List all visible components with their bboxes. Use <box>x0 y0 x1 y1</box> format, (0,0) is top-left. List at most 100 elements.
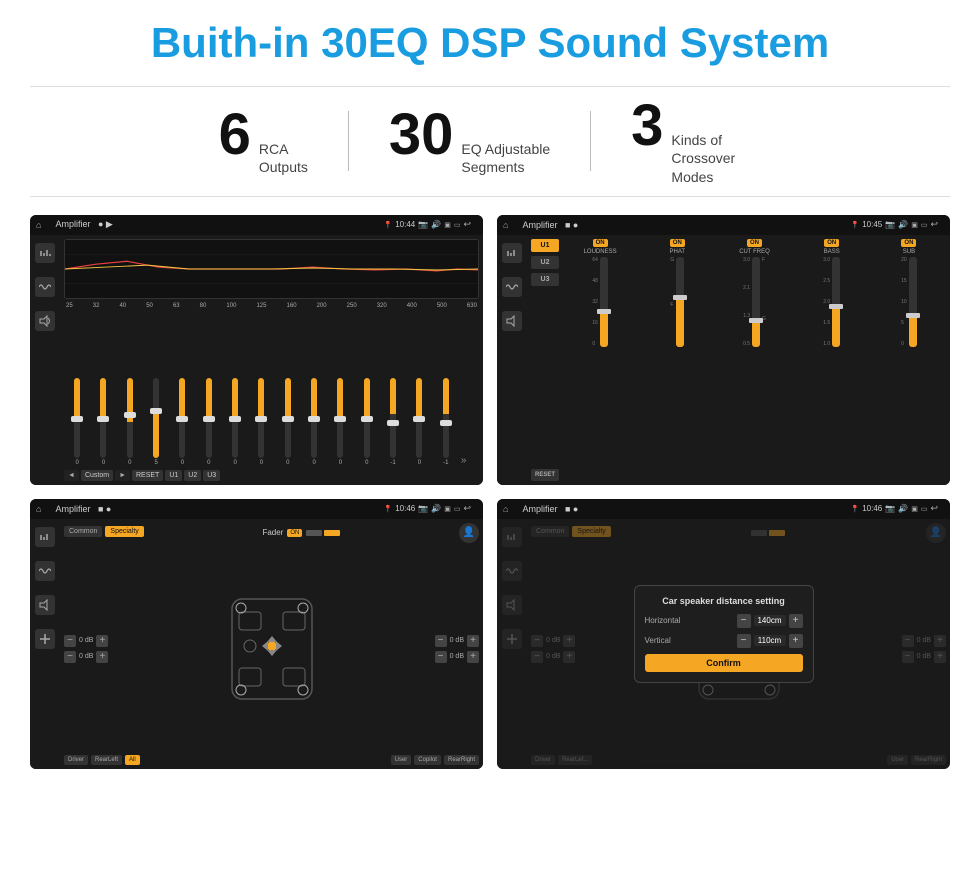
eq-slider-2[interactable]: 0 <box>92 378 114 466</box>
dsp-sidebar-vol-btn[interactable] <box>502 311 522 331</box>
eq-slider-4[interactable]: 5 <box>145 378 167 466</box>
dsp-slider-cutfreq[interactable] <box>752 257 760 347</box>
fader-left-plus-2[interactable]: + <box>96 651 108 663</box>
fader-sidebar-eq-btn[interactable] <box>35 527 55 547</box>
fader-left-minus-2[interactable]: − <box>64 651 76 663</box>
fader-sidebar-arrows-btn[interactable] <box>35 629 55 649</box>
eq-slider-1[interactable]: 0 <box>66 378 88 466</box>
fader-tab-specialty[interactable]: Specialty <box>105 526 143 537</box>
stat-label-crossover: Kinds ofCrossover Modes <box>671 131 761 186</box>
fader-sidebar-vol-btn[interactable] <box>35 595 55 615</box>
dialog-horizontal-plus[interactable]: + <box>789 614 803 628</box>
fader-right-controls: − 0 dB + − 0 dB + <box>435 546 479 752</box>
fader-sq2-icon: ▭ <box>454 505 461 513</box>
eq-slider-8[interactable]: 0 <box>250 378 272 466</box>
dsp-on-sub[interactable]: ON <box>901 239 916 247</box>
eq-sidebar-vol-btn[interactable] <box>35 311 55 331</box>
eq-u3-btn[interactable]: U3 <box>203 470 220 481</box>
eq-val-2: 0 <box>102 460 105 466</box>
eq-back-icon[interactable]: ↩ <box>463 219 471 230</box>
fader-sidebar-wave-btn[interactable] <box>35 561 55 581</box>
dsp-home-icon[interactable]: ⌂ <box>503 220 508 230</box>
dsp-slider-sub[interactable] <box>909 257 917 347</box>
fader-all-btn[interactable]: All <box>125 755 140 765</box>
eq-slider-11[interactable]: 0 <box>329 378 351 466</box>
eq-u1-btn[interactable]: U1 <box>165 470 182 481</box>
dsp-left-sidebar <box>497 235 527 485</box>
eq-slider-9[interactable]: 0 <box>277 378 299 466</box>
dialog-horizontal-minus[interactable]: − <box>737 614 751 628</box>
dsp-slider-bass[interactable] <box>832 257 840 347</box>
eq-slider-13[interactable]: -1 <box>382 378 404 466</box>
fader-left-db-row-2: − 0 dB + <box>64 651 108 663</box>
dsp-loc-icon: 📍 <box>851 221 860 229</box>
dsp-preset-u2[interactable]: U2 <box>531 256 559 269</box>
fader-right-minus-1[interactable]: − <box>435 635 447 647</box>
stat-number-rca: 6 <box>219 106 251 164</box>
dsp-reset[interactable]: RESET <box>531 469 559 481</box>
dsp-sidebar-wave-btn[interactable] <box>502 277 522 297</box>
eq-sidebar-eq-btn[interactable] <box>35 243 55 263</box>
fader-tab-common[interactable]: Common <box>64 526 102 537</box>
dsp-on-bass[interactable]: ON <box>824 239 839 247</box>
eq-bottom-bar: ◄ Custom ► RESET U1 U2 U3 <box>64 470 479 481</box>
eq-freq-labels: 25 32 40 50 63 80 100 125 160 200 250 32… <box>64 303 479 309</box>
dsp-preset-u3[interactable]: U3 <box>531 273 559 286</box>
dsp-slider-phat[interactable] <box>676 257 684 347</box>
eq-sidebar-wave-btn[interactable] <box>35 277 55 297</box>
eq-slider-12[interactable]: 0 <box>356 378 378 466</box>
eq-prev-btn[interactable]: ◄ <box>64 470 79 481</box>
eq-play-btn[interactable]: ► <box>115 470 130 481</box>
fader-user-btn[interactable]: User <box>391 755 412 765</box>
fader-status-icons: 📍 10:46 📷 🔊 ▣ ▭ ↩ <box>378 499 477 519</box>
dsp-on-loudness[interactable]: ON <box>593 239 608 247</box>
dsp-screen-content: U1 U2 U3 RESET ON LOUDNESS 644832160 <box>497 235 950 485</box>
eq-slider-3[interactable]: 0 <box>119 378 141 466</box>
fader-rearright-btn[interactable]: RearRight <box>444 755 479 765</box>
dialog-vertical-minus[interactable]: − <box>737 634 751 648</box>
fader-person-icon[interactable]: 👤 <box>459 523 479 543</box>
fader-right-plus-1[interactable]: + <box>467 635 479 647</box>
fader-right-plus-2[interactable]: + <box>467 651 479 663</box>
fader-left-plus-1[interactable]: + <box>96 635 108 647</box>
fader-driver-btn[interactable]: Driver <box>64 755 88 765</box>
fader-left-minus-1[interactable]: − <box>64 635 76 647</box>
dsp-on-phat[interactable]: ON <box>670 239 685 247</box>
fader-home-icon[interactable]: ⌂ <box>36 504 41 514</box>
eq-slider-7[interactable]: 0 <box>224 378 246 466</box>
eq-slider-5[interactable]: 0 <box>171 378 193 466</box>
dsp-preset-u1[interactable]: U1 <box>531 239 559 252</box>
fader-rearleft-btn[interactable]: RearLeft <box>91 755 122 765</box>
dialog-confirm-button[interactable]: Confirm <box>645 654 803 672</box>
eq-time: 10:44 <box>395 220 415 229</box>
fader-cam-icon: 📷 <box>418 504 428 513</box>
eq-slider-14[interactable]: 0 <box>408 378 430 466</box>
fader-copilot-btn[interactable]: Copilot <box>414 755 441 765</box>
eq-custom-btn[interactable]: Custom <box>81 470 113 481</box>
dialog-vertical-plus[interactable]: + <box>789 634 803 648</box>
dsp-label-cutfreq: CUT FREQ <box>739 249 770 255</box>
eq-reset-btn[interactable]: RESET <box>132 470 163 481</box>
eq-home-icon[interactable]: ⌂ <box>36 220 41 230</box>
eq-slider-6[interactable]: 0 <box>198 378 220 466</box>
fader-on-badge[interactable]: ON <box>287 529 302 537</box>
dsp-channel-sub: ON SUB 20151050 <box>872 239 946 481</box>
fader-loc-icon: 📍 <box>384 505 393 513</box>
stat-label-rca: RCAOutputs <box>259 140 308 176</box>
dsp-back-icon[interactable]: ↩ <box>930 219 938 230</box>
dsp-presets: U1 U2 U3 RESET <box>531 239 559 481</box>
eq-slider-10[interactable]: 0 <box>303 378 325 466</box>
fader-right-minus-2[interactable]: − <box>435 651 447 663</box>
eq-u2-btn[interactable]: U2 <box>184 470 201 481</box>
dsp-on-cutfreq[interactable]: ON <box>747 239 762 247</box>
eq-slider-15[interactable]: -1 <box>435 378 457 466</box>
dialog-overlay: Car speaker distance setting Horizontal … <box>497 499 950 769</box>
dsp-time: 10:45 <box>862 220 882 229</box>
fader-back-icon[interactable]: ↩ <box>463 503 471 514</box>
dsp-slider-loudness[interactable] <box>600 257 608 347</box>
dsp-label-bass: BASS <box>824 249 840 255</box>
dsp-sidebar-eq-btn[interactable] <box>502 243 522 263</box>
eq-main-area: 25 32 40 50 63 80 100 125 160 200 250 32… <box>60 235 483 485</box>
eq-scroll-right[interactable]: » <box>461 455 477 466</box>
eq-val-14: 0 <box>418 460 421 466</box>
